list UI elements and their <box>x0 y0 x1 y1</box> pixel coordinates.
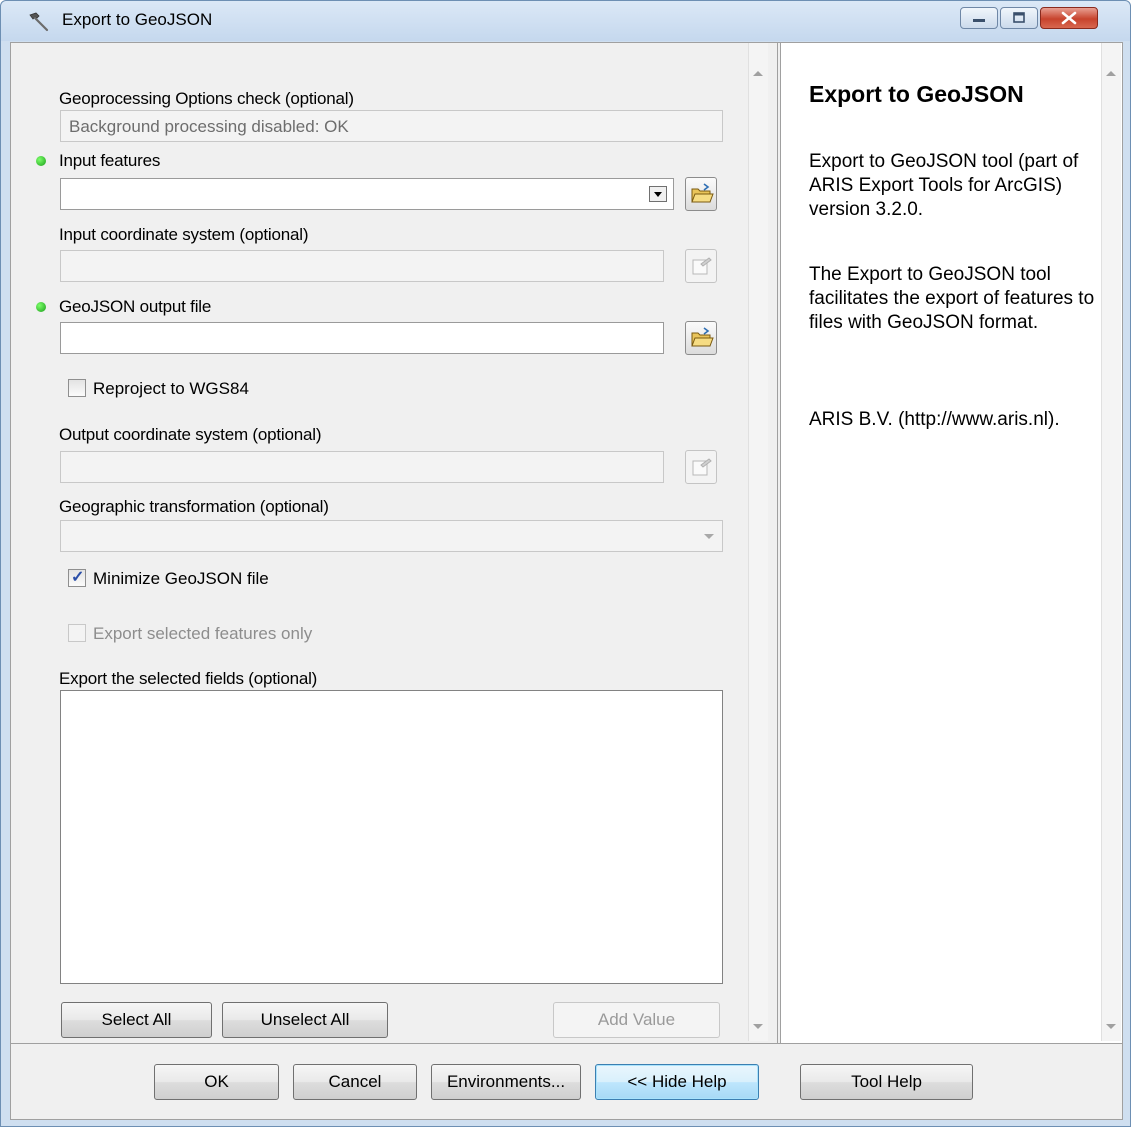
title-bar[interactable]: Export to GeoJSON <box>1 1 1130 41</box>
chevron-down-icon[interactable] <box>649 186 667 202</box>
tool-dialog-window: Export to GeoJSON Geoprocessing Options … <box>0 0 1131 1127</box>
browse-output-file-button[interactable] <box>685 321 717 355</box>
output-cs-field <box>60 451 664 483</box>
tool-help-button[interactable]: Tool Help <box>800 1064 973 1100</box>
parameters-panel: Geoprocessing Options check (optional) B… <box>11 43 778 1043</box>
gp-options-field: Background processing disabled: OK <box>60 110 723 142</box>
properties-icon <box>692 257 712 275</box>
export-selected-label: Export selected features only <box>93 624 313 643</box>
scroll-up-arrow-icon[interactable] <box>1106 71 1116 76</box>
help-paragraph: ARIS B.V. (http://www.aris.nl). <box>809 409 1060 430</box>
environments-button[interactable]: Environments... <box>431 1064 581 1100</box>
help-title: Export to GeoJSON <box>809 81 1024 107</box>
checkmark-icon: ✓ <box>71 569 85 586</box>
geo-transform-combo <box>60 520 723 552</box>
gp-options-value: Background processing disabled: OK <box>69 117 349 136</box>
minimize-checkbox[interactable]: ✓ <box>68 569 86 587</box>
fields-label: Export the selected fields (optional) <box>59 669 318 688</box>
output-cs-properties-button <box>685 450 717 484</box>
dialog-body: Geoprocessing Options check (optional) B… <box>10 42 1123 1120</box>
scroll-down-arrow-icon[interactable] <box>753 1024 763 1029</box>
reproject-checkbox[interactable] <box>68 379 86 397</box>
cancel-button[interactable]: Cancel <box>293 1064 417 1100</box>
input-cs-properties-button <box>685 249 717 283</box>
open-folder-icon <box>691 183 714 203</box>
help-panel: Export to GeoJSON Export to GeoJSON tool… <box>780 43 1122 1043</box>
close-icon <box>1061 11 1077 25</box>
maximize-button[interactable] <box>1000 7 1038 29</box>
window-title: Export to GeoJSON <box>62 10 213 29</box>
browse-input-features-button[interactable] <box>685 177 717 211</box>
minimize-label[interactable]: Minimize GeoJSON file <box>93 569 269 589</box>
ok-button[interactable]: OK <box>154 1064 279 1100</box>
export-selected-checkbox <box>68 624 86 642</box>
required-indicator-icon <box>36 302 46 312</box>
unselect-all-button[interactable]: Unselect All <box>222 1002 388 1038</box>
output-cs-label: Output coordinate system (optional) <box>59 425 322 444</box>
required-indicator-icon <box>36 156 46 166</box>
input-cs-label: Input coordinate system (optional) <box>59 225 309 244</box>
hide-help-button[interactable]: << Hide Help <box>595 1064 759 1100</box>
fields-listbox[interactable] <box>60 690 723 984</box>
scroll-down-arrow-icon[interactable] <box>1106 1024 1116 1029</box>
hammer-icon <box>29 12 49 32</box>
output-file-label: GeoJSON output file <box>59 297 212 316</box>
properties-icon <box>692 458 712 476</box>
open-folder-icon <box>691 327 714 347</box>
parameters-scrollbar[interactable] <box>748 43 768 1041</box>
gp-options-label: Geoprocessing Options check (optional) <box>59 89 354 108</box>
help-paragraph: The Export to GeoJSON tool facilitates t… <box>809 264 1095 333</box>
maximize-icon <box>1013 12 1025 23</box>
reproject-label[interactable]: Reproject to WGS84 <box>93 379 249 399</box>
minimize-icon <box>973 19 985 22</box>
geo-transform-label: Geographic transformation (optional) <box>59 497 329 516</box>
help-scrollbar[interactable] <box>1101 43 1121 1041</box>
dialog-button-bar: OK Cancel Environments... << Hide Help T… <box>11 1043 1122 1119</box>
select-all-button[interactable]: Select All <box>61 1002 212 1038</box>
help-paragraph: Export to GeoJSON tool (part of ARIS Exp… <box>809 151 1079 220</box>
chevron-down-icon <box>704 534 714 539</box>
minimize-button[interactable] <box>960 7 998 29</box>
add-value-button: Add Value <box>553 1002 720 1038</box>
input-features-combo[interactable] <box>60 178 674 210</box>
close-button[interactable] <box>1040 7 1098 29</box>
output-file-input[interactable] <box>60 322 664 354</box>
input-features-label: Input features <box>59 151 161 170</box>
input-cs-field <box>60 250 664 282</box>
scroll-up-arrow-icon[interactable] <box>753 71 763 76</box>
